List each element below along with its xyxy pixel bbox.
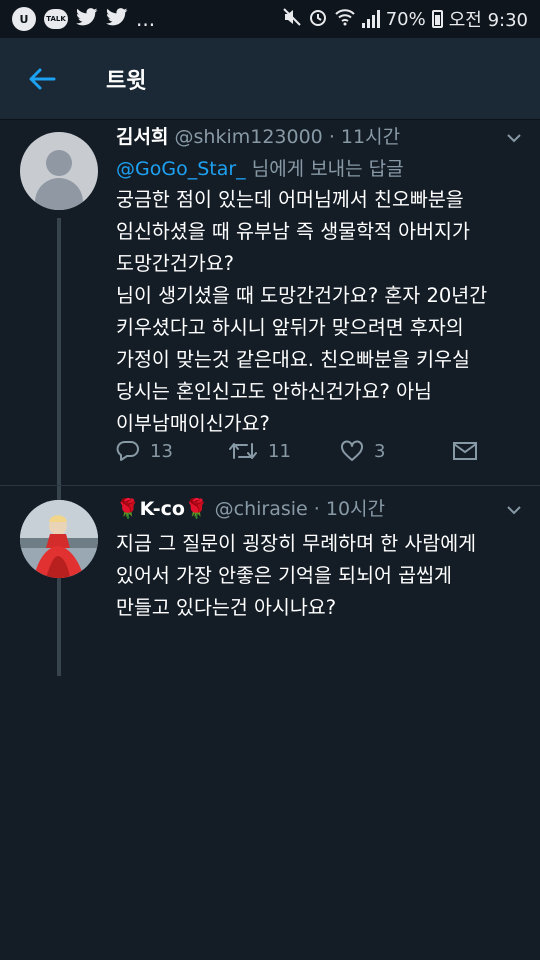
timestamp: 10시간 [325, 498, 386, 520]
avatar[interactable] [20, 500, 98, 578]
display-name[interactable]: 김서희 [116, 126, 168, 148]
timestamp: 11시간 [340, 126, 401, 148]
tweet-text: 궁금한 점이 있는데 어머님께서 친오빠분을 임신하셨을 때 유부남 즉 생물학… [116, 188, 488, 435]
avatar[interactable] [20, 132, 98, 210]
like-count: 3 [374, 440, 386, 462]
tweet-thread: 김서희 @shkim123000 · 11시간 @GoGo_Star_ 님에게 … [0, 120, 540, 888]
header: 트윗 [0, 38, 540, 120]
tweet-header: 🌹K-co🌹 @chirasie · 10시간 [116, 498, 386, 520]
mention-link[interactable]: @GoGo_Star_ [116, 158, 246, 180]
tweet[interactable]: 🌹K-co🌹 @chirasie · 10시간 지금 그 질문이 굉장히 무례하… [0, 486, 540, 676]
thread-line [57, 486, 61, 500]
twitter-icon [106, 7, 128, 31]
status-bar: U TALK ... 70% 오전 9:30 [0, 0, 540, 38]
signal-icon [361, 10, 380, 28]
back-button[interactable] [0, 38, 84, 120]
tweet-actions: 13 11 3 [116, 436, 540, 466]
clock: 오전 9:30 [448, 10, 528, 31]
retweet-icon [229, 443, 257, 459]
page-title: 트윗 [106, 68, 147, 94]
username[interactable]: @shkim123000 [175, 126, 323, 148]
wifi-icon [334, 8, 356, 31]
heart-icon [341, 440, 363, 461]
reply-icon [116, 441, 139, 461]
battery-percent: 70% [385, 8, 426, 30]
chevron-down-icon[interactable] [506, 500, 522, 519]
like-button[interactable]: 3 [340, 436, 452, 466]
thread-line [57, 218, 61, 485]
dm-button[interactable] [452, 436, 540, 466]
reply-context-label: 님에게 보내는 답글 [245, 158, 404, 180]
talk-icon: TALK [44, 9, 68, 29]
chevron-down-icon[interactable] [506, 128, 522, 147]
retweet-count: 11 [268, 440, 291, 462]
alarm-icon [308, 7, 328, 32]
retweet-button[interactable]: 11 [228, 436, 340, 466]
reply-count: 13 [150, 440, 173, 462]
tweet-text: 지금 그 질문이 굉장히 무례하며 한 사람에게 있어서 가장 안좋은 기억을 … [116, 532, 477, 619]
reply-context: @GoGo_Star_ 님에게 보내는 답글 [116, 156, 526, 182]
thread-line [57, 578, 61, 676]
username[interactable]: @chirasie [215, 498, 308, 520]
mail-icon [453, 442, 477, 460]
more-icon: ... [136, 7, 156, 31]
reply-button[interactable]: 13 [116, 436, 228, 466]
tweet[interactable]: 김서희 @shkim123000 · 11시간 @GoGo_Star_ 님에게 … [0, 120, 540, 485]
battery-icon [431, 10, 443, 28]
u-icon: U [12, 7, 36, 31]
tweet-header: 김서희 @shkim123000 · 11시간 [116, 126, 401, 148]
display-name[interactable]: 🌹K-co🌹 [116, 498, 209, 520]
mute-icon [282, 7, 302, 32]
back-arrow-icon [29, 68, 56, 89]
twitter-icon [76, 7, 98, 31]
